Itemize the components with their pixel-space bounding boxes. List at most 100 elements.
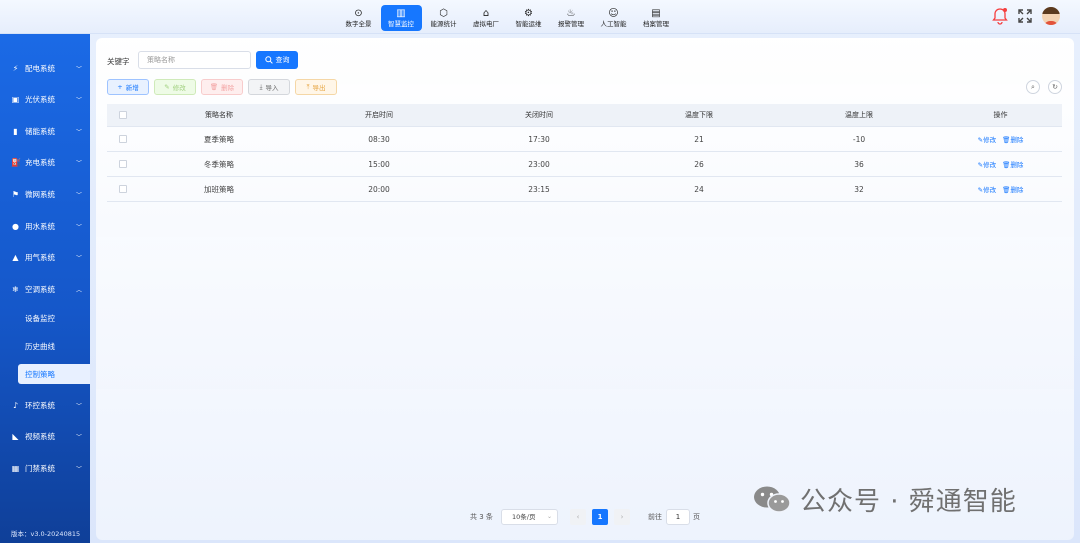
nav-icon: ⚙ bbox=[524, 7, 533, 19]
watermark-text: 公众号 · 舜通智能 bbox=[800, 486, 1017, 517]
wechat-icon bbox=[752, 484, 792, 514]
sidebar-item-7[interactable]: ❄ 空调系统 ︿ bbox=[0, 279, 90, 299]
refresh-icon: ↻ bbox=[1052, 83, 1058, 91]
nav-item-5[interactable]: ♨ 报警管理 bbox=[551, 5, 592, 31]
goto-label: 前往 bbox=[648, 513, 662, 521]
sidebar-item-5[interactable]: ● 用水系统 ﹀ bbox=[0, 216, 90, 236]
chevron-down-icon: ﹀ bbox=[75, 223, 82, 231]
sidebar-icon: ▮ bbox=[13, 126, 18, 136]
table-row: 冬季策略 15:00 23:00 26 36 ✎修改 🗑删除 bbox=[107, 152, 1062, 177]
sidebar-item-4[interactable]: ⚑ 微网系统 ﹀ bbox=[0, 184, 90, 204]
sidebar-icon: ⛽ bbox=[11, 158, 21, 168]
goto-page-input[interactable]: 1 bbox=[666, 509, 690, 525]
row-delete-label: 删除 bbox=[1010, 161, 1024, 169]
sidebar-icon: ▲ bbox=[12, 253, 19, 263]
nav-item-7[interactable]: ▤ 档案管理 bbox=[636, 5, 677, 31]
sidebar-item-0[interactable]: ⚡ 配电系统 ﹀ bbox=[0, 58, 90, 78]
sidebar-icon: ⚑ bbox=[11, 189, 20, 199]
sidebar-item-1[interactable]: ▣ 光伏系统 ﹀ bbox=[0, 90, 90, 110]
nav-icon: ▥ bbox=[396, 7, 406, 19]
col-temp-high: 温度上限 bbox=[845, 111, 873, 119]
nav-item-1[interactable]: ▥ 智慧监控 bbox=[380, 5, 422, 31]
page-1-button[interactable]: 1 bbox=[592, 509, 608, 525]
import-button[interactable]: ⤓ 导入 bbox=[248, 79, 290, 95]
row-edit-link[interactable]: ✎修改 bbox=[978, 134, 996, 144]
nav-label: 虚拟电厂 bbox=[473, 19, 499, 28]
row-checkbox[interactable] bbox=[107, 160, 139, 168]
sidebar-sub-item-1[interactable]: 历史曲线 bbox=[0, 336, 90, 356]
sidebar-icon: ♪ bbox=[12, 400, 19, 410]
sidebar-item-label: 用水系统 bbox=[25, 221, 55, 231]
row-edit-link[interactable]: ✎修改 bbox=[978, 159, 996, 169]
row-delete-label: 删除 bbox=[1010, 136, 1024, 144]
bell-icon[interactable] bbox=[992, 7, 1008, 25]
sidebar-item-label: 充电系统 bbox=[25, 158, 55, 168]
trash-icon: 🗑 bbox=[209, 83, 219, 91]
refresh-button[interactable]: ↻ bbox=[1048, 80, 1062, 94]
row-delete-link[interactable]: 🗑删除 bbox=[1002, 184, 1023, 194]
delete-button[interactable]: 🗑 删除 bbox=[201, 79, 243, 95]
nav-item-3[interactable]: ⌂ 虚拟电厂 bbox=[466, 5, 507, 31]
nav-icon: ⊙ bbox=[354, 7, 363, 19]
next-page-button[interactable]: › bbox=[614, 509, 630, 525]
sidebar-item-label: 储能系统 bbox=[25, 126, 55, 136]
chevron-down-icon: ﹀ bbox=[75, 97, 82, 105]
page-size-value: 10条/页 bbox=[512, 513, 536, 521]
add-button[interactable]: + 新增 bbox=[107, 79, 149, 95]
chevron-left-icon: ‹ bbox=[576, 513, 580, 521]
page-size-select[interactable]: 10条/页 ⌄ bbox=[501, 509, 558, 525]
nav-item-6[interactable]: ☺ 人工智能 bbox=[593, 5, 634, 31]
fullscreen-icon[interactable] bbox=[1018, 9, 1032, 23]
row-delete-link[interactable]: 🗑删除 bbox=[1002, 159, 1023, 169]
cell-start: 20:00 bbox=[368, 184, 390, 194]
nav-item-0[interactable]: ⊙ 数字全景 bbox=[338, 5, 379, 31]
cell-end: 23:00 bbox=[528, 159, 550, 169]
nav-icon: ♨ bbox=[566, 7, 576, 19]
chevron-down-icon: ﹀ bbox=[75, 255, 82, 263]
sidebar-item-6[interactable]: ▲ 用气系统 ﹀ bbox=[0, 248, 90, 268]
nav-icon: ☺ bbox=[608, 7, 619, 19]
import-label: 导入 bbox=[265, 84, 279, 92]
nav-label: 报警管理 bbox=[558, 19, 584, 28]
row-edit-label: 修改 bbox=[983, 161, 997, 169]
sidebar-item-label: 微网系统 bbox=[25, 189, 55, 199]
chevron-down-icon: ⌄ bbox=[546, 513, 552, 520]
sidebar-item-after-1[interactable]: ◣ 视频系统 ﹀ bbox=[0, 427, 90, 447]
sidebar: 版本：v3.0-20240815 ⚡ 配电系统 ﹀ ▣ 光伏系统 ﹀ ▮ 储能系统 ﹀ ⛽ 充电系统… bbox=[0, 34, 90, 543]
nav-item-4[interactable]: ⚙ 智能运维 bbox=[508, 5, 549, 31]
watermark: 公众号 · 舜通智能 bbox=[752, 481, 1017, 517]
sidebar-sub-item-2[interactable]: 控制策略 bbox=[18, 364, 90, 384]
chevron-right-icon: › bbox=[620, 513, 624, 521]
sidebar-item-3[interactable]: ⛽ 充电系统 ﹀ bbox=[0, 153, 90, 173]
nav-label: 能源统计 bbox=[430, 19, 457, 28]
row-edit-link[interactable]: ✎修改 bbox=[978, 184, 996, 194]
row-checkbox[interactable] bbox=[107, 185, 139, 193]
nav-item-2[interactable]: ⬡ 能源统计 bbox=[423, 5, 464, 31]
nav-icon: ⌂ bbox=[482, 7, 490, 19]
chevron-down-icon: ﹀ bbox=[75, 434, 82, 442]
cell-end: 17:30 bbox=[528, 134, 550, 144]
row-checkbox[interactable] bbox=[107, 135, 139, 143]
sidebar-item-2[interactable]: ▮ 储能系统 ﹀ bbox=[0, 121, 90, 141]
content-panel: 关键字 策略名称 查询 + 新增 ✎ 修改 🗑 删除 ⤓ 导入 ⤒ 导出 ⌕ ↻ 策略名称… bbox=[96, 38, 1074, 540]
sidebar-item-after-0[interactable]: ♪ 环控系统 ﹀ bbox=[0, 395, 90, 415]
col-start: 开启时间 bbox=[365, 111, 393, 119]
top-bar: ⊙ 数字全景 ▥ 智慧监控 ⬡ 能源统计 ⌂ 虚拟电厂 ⚙ 智能运维 ♨ 报警管理 ☺ 人工智能 ▤ 档案管理 bbox=[0, 0, 1080, 34]
nav-label: 档案管理 bbox=[643, 19, 669, 28]
strategy-table: 策略名称 开启时间 关闭时间 温度下限 温度上限 操作 夏季策略 08:30 17:… bbox=[107, 104, 1062, 202]
export-button[interactable]: ⤒ 导出 bbox=[295, 79, 337, 95]
select-all-checkbox[interactable] bbox=[107, 111, 139, 119]
query-button[interactable]: 查询 bbox=[256, 51, 298, 69]
search-toggle-button[interactable]: ⌕ bbox=[1026, 80, 1040, 94]
row-delete-link[interactable]: 🗑删除 bbox=[1002, 134, 1023, 144]
sidebar-item-label: 用气系统 bbox=[25, 253, 55, 263]
edit-button[interactable]: ✎ 修改 bbox=[154, 79, 196, 95]
prev-page-button[interactable]: ‹ bbox=[570, 509, 586, 525]
sidebar-item-after-2[interactable]: ▦ 门禁系统 ﹀ bbox=[0, 458, 90, 478]
sidebar-sub-item-0[interactable]: 设备监控 bbox=[0, 308, 90, 328]
version-label: 版本：v3.0-20240815 bbox=[11, 530, 81, 538]
search-input[interactable]: 策略名称 bbox=[138, 51, 251, 69]
cell-name: 加班策略 bbox=[204, 184, 234, 194]
page-unit-label: 页 bbox=[693, 513, 700, 521]
avatar[interactable] bbox=[1042, 7, 1060, 25]
